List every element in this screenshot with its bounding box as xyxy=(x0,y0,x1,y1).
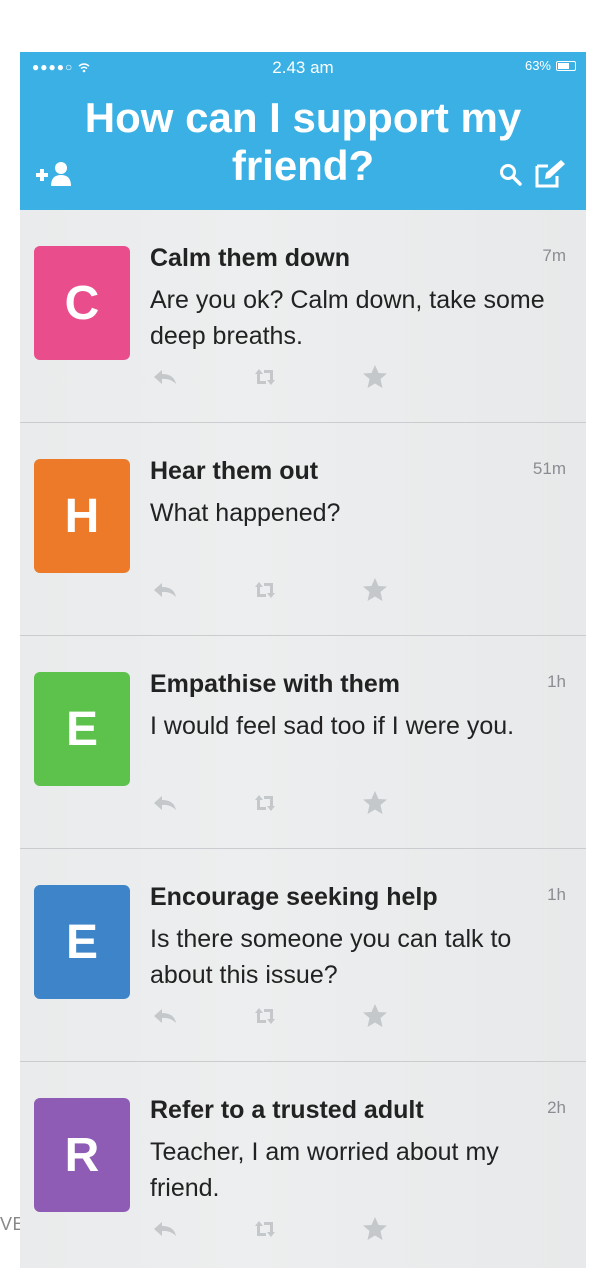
avatar: R xyxy=(34,1098,130,1212)
phone-screen: ●●●●○ 2.43 am 63% How can I support my f… xyxy=(20,52,586,1268)
item-actions xyxy=(150,575,410,605)
avatar: H xyxy=(34,459,130,573)
star-icon[interactable] xyxy=(360,1214,390,1244)
add-user-icon[interactable] xyxy=(34,160,74,188)
feed-item[interactable]: R Refer to a trusted adult 2h Teacher, I am… xyxy=(20,1062,586,1268)
battery-icon xyxy=(556,60,576,71)
app-header: ●●●●○ 2.43 am 63% How can I support my f… xyxy=(20,52,586,210)
feed-item[interactable]: E Empathise with them 1h I would feel sad t… xyxy=(20,636,586,849)
compose-icon[interactable] xyxy=(534,158,566,188)
feed-item[interactable]: H Hear them out 51m What happened? xyxy=(20,423,586,636)
item-body: Teacher, I am worried about my friend. xyxy=(150,1138,499,1202)
item-timestamp: 1h xyxy=(547,672,566,691)
status-time: 2.43 am xyxy=(272,58,334,77)
feed-item[interactable]: E Encourage seeking help 1h Is there someon… xyxy=(20,849,586,1062)
reply-icon[interactable] xyxy=(150,1001,180,1031)
item-body: Are you ok? Calm down, take some deep br… xyxy=(150,286,545,350)
item-body: I would feel sad too if I were you. xyxy=(150,712,515,740)
avatar: E xyxy=(34,885,130,999)
page-title: How can I support my friend? xyxy=(84,94,522,189)
item-title: Hear them out xyxy=(150,457,319,485)
item-timestamp: 2h xyxy=(547,1098,566,1117)
reply-icon[interactable] xyxy=(150,575,180,605)
item-actions xyxy=(150,788,410,818)
retweet-icon[interactable] xyxy=(250,362,280,392)
retweet-icon[interactable] xyxy=(250,575,280,605)
avatar: E xyxy=(34,672,130,786)
retweet-icon[interactable] xyxy=(250,788,280,818)
reply-icon[interactable] xyxy=(150,362,180,392)
retweet-icon[interactable] xyxy=(250,1001,280,1031)
page: VE ●●●●○ 2.43 am 63% How can I support m… xyxy=(0,0,589,1272)
item-timestamp: 7m xyxy=(542,246,566,265)
item-title: Empathise with them xyxy=(150,670,401,698)
item-actions xyxy=(150,1001,410,1031)
search-icon[interactable] xyxy=(498,162,522,186)
star-icon[interactable] xyxy=(360,1001,390,1031)
star-icon[interactable] xyxy=(360,575,390,605)
star-icon[interactable] xyxy=(360,788,390,818)
reply-icon[interactable] xyxy=(150,788,180,818)
battery-indicator: 63% xyxy=(525,58,576,73)
avatar: C xyxy=(34,246,130,360)
item-timestamp: 51m xyxy=(532,459,566,478)
item-title: Encourage seeking help xyxy=(150,883,438,911)
item-actions xyxy=(150,1214,410,1244)
message-feed: C Calm them down 7m Are you ok? Calm down, … xyxy=(20,210,586,1268)
star-icon[interactable] xyxy=(360,362,390,392)
reply-icon[interactable] xyxy=(150,1214,180,1244)
item-title: Calm them down xyxy=(150,244,351,272)
feed-item[interactable]: C Calm them down 7m Are you ok? Calm down, … xyxy=(20,210,586,423)
item-timestamp: 1h xyxy=(547,885,566,904)
item-body: What happened? xyxy=(150,499,341,527)
item-body: Is there someone you can talk to about t… xyxy=(150,925,512,989)
item-actions xyxy=(150,362,410,392)
retweet-icon[interactable] xyxy=(250,1214,280,1244)
item-title: Refer to a trusted adult xyxy=(150,1096,424,1124)
battery-percent: 63% xyxy=(524,58,551,73)
